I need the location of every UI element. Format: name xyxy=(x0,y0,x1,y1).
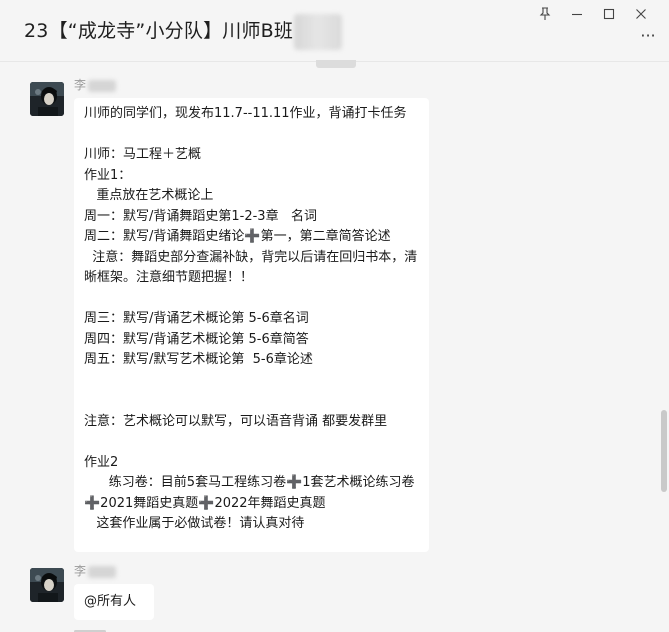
sender-name-text: 李 xyxy=(74,78,87,92)
avatar-image xyxy=(30,568,64,602)
pin-icon-glyph xyxy=(539,7,551,20)
avatar[interactable] xyxy=(30,568,64,602)
avatar[interactable] xyxy=(30,82,64,116)
title-redaction xyxy=(294,14,342,50)
window-controls xyxy=(529,5,657,21)
message-bubble[interactable]: 川师的同学们，现发布11.7--11.11作业，背诵打卡任务 川师：马工程＋艺概… xyxy=(74,98,429,552)
sender-redaction xyxy=(88,79,117,92)
sender-name: 李 xyxy=(74,78,117,92)
scrollbar-thumb[interactable] xyxy=(661,410,667,492)
close-button[interactable] xyxy=(625,5,657,23)
minimize-icon xyxy=(572,13,582,16)
title-bar: 23【“成龙寺”小分队】川师B班 ··· xyxy=(0,0,669,62)
sender-name-text: 李 xyxy=(74,564,87,578)
more-options-button[interactable]: ··· xyxy=(637,28,659,44)
message-bubble[interactable]: @所有人 xyxy=(74,584,154,620)
close-icon xyxy=(636,9,646,19)
message-list[interactable]: 李 川师的同学们，现发布11.7--11.11作业，背诵打卡任务 川师：马工程＋… xyxy=(0,62,669,632)
sender-redaction xyxy=(88,565,117,578)
maximize-icon xyxy=(603,8,615,20)
chat-window: 23【“成龙寺”小分队】川师B班 ··· 李 川师的同学们，现发布11.7--1… xyxy=(0,0,669,632)
chat-title: 23【“成龙寺”小分队】川师B班 xyxy=(24,20,294,42)
maximize-button[interactable] xyxy=(593,5,625,23)
minimize-button[interactable] xyxy=(561,5,593,23)
avatar-image xyxy=(30,82,64,116)
pin-icon[interactable] xyxy=(529,5,561,23)
sender-name: 李 xyxy=(74,564,117,578)
